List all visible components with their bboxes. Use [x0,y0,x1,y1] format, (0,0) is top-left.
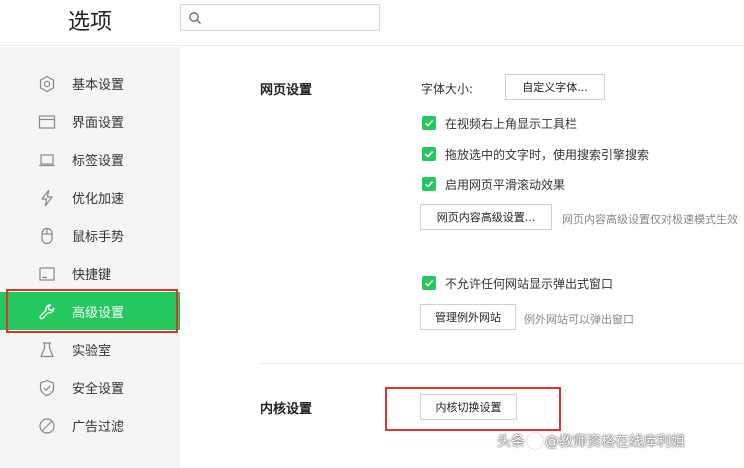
option-video-toolbar[interactable]: 在视频右上角显示工具栏 [422,114,577,132]
exceptions-hint: 例外网站可以弹出窗口 [524,313,634,326]
option-smooth-scroll[interactable]: 启用网页平滑滚动效果 [422,175,565,193]
sidebar-item-label: 鼠标手势 [72,229,125,245]
watermark-logo-icon [527,433,543,449]
sidebar-item-adblock[interactable]: 广告过滤 [0,406,180,444]
advanced-content-hint: 网页内容高级设置仅对极速模式生效 [562,213,738,226]
sidebar-item-optimize[interactable]: 优化加速 [0,178,180,216]
sidebar-item-tabs[interactable]: 标签设置 [0,140,180,178]
gear-icon [39,75,55,93]
custom-font-button[interactable]: 自定义字体... [505,74,605,100]
wrench-icon [39,304,55,320]
font-size-label: 字体大小: [421,82,474,96]
option-label: 在视频右上角显示工具栏 [445,116,578,131]
sidebar-item-label: 安全设置 [72,381,125,397]
option-block-popups[interactable]: 不允许任何网站显示弹出式窗口 [422,274,613,292]
main-panel: 网页设置 字体大小: 自定义字体... 在视频右上角显示工具栏 拖放选中的文字时… [180,47,744,468]
checkbox-checked[interactable] [422,276,436,290]
tab-icon [39,154,55,167]
sidebar: 基本设置 界面设置 标签设置 优化加速 鼠标手势 快捷键 高级设置 实验室 安全… [0,47,180,468]
sidebar-item-advanced[interactable]: 高级设置 [0,292,180,330]
checkbox-checked[interactable] [422,177,436,191]
keyboard-icon [39,267,55,281]
sidebar-item-interface[interactable]: 界面设置 [0,102,180,140]
search-icon [189,12,201,24]
watermark-prefix: 头条 [497,434,525,450]
kernel-switch-button[interactable]: 内核切换设置 [420,394,517,420]
sidebar-item-security[interactable]: 安全设置 [0,368,180,406]
webpage-settings-title: 网页设置 [260,83,313,98]
sidebar-item-label: 快捷键 [72,267,112,283]
sidebar-item-mouse[interactable]: 鼠标手势 [0,216,180,254]
block-icon [39,418,55,434]
sidebar-item-label: 标签设置 [72,153,125,169]
sidebar-item-shortcuts[interactable]: 快捷键 [0,254,180,292]
watermark: 头条 @教师资格在线库利姐 [497,431,685,451]
kernel-settings-title: 内核设置 [260,402,313,417]
flask-icon [40,342,54,358]
watermark-suffix: @教师资格在线库利姐 [545,434,685,450]
window-icon [38,115,56,129]
search-input[interactable] [207,8,375,27]
sidebar-item-label: 广告过滤 [72,419,125,435]
manage-exceptions-button[interactable]: 管理例外网站 [420,304,516,330]
section-divider [260,363,744,364]
page-title: 选项 [68,10,113,35]
sidebar-item-lab[interactable]: 实验室 [0,330,180,368]
option-label: 不允许任何网站显示弹出式窗口 [445,276,614,291]
shield-icon [39,379,55,397]
checkbox-checked[interactable] [422,116,436,130]
option-drag-search[interactable]: 拖放选中的文字时，使用搜索引擎搜索 [422,145,649,163]
checkbox-checked[interactable] [422,147,436,161]
sidebar-item-label: 基本设置 [72,77,125,93]
sidebar-item-label: 高级设置 [72,305,125,321]
mouse-icon [41,227,53,245]
sidebar-item-label: 优化加速 [72,191,125,207]
advanced-content-button[interactable]: 网页内容高级设置... [420,204,552,230]
option-label: 启用网页平滑滚动效果 [445,177,566,192]
sidebar-item-label: 实验室 [72,343,112,359]
sidebar-item-basic[interactable]: 基本设置 [0,64,180,102]
option-label: 拖放选中的文字时，使用搜索引擎搜索 [445,147,650,162]
sidebar-item-label: 界面设置 [72,115,125,131]
lightning-icon [41,189,53,207]
header: 选项 [0,0,744,46]
search-box[interactable] [180,4,380,31]
